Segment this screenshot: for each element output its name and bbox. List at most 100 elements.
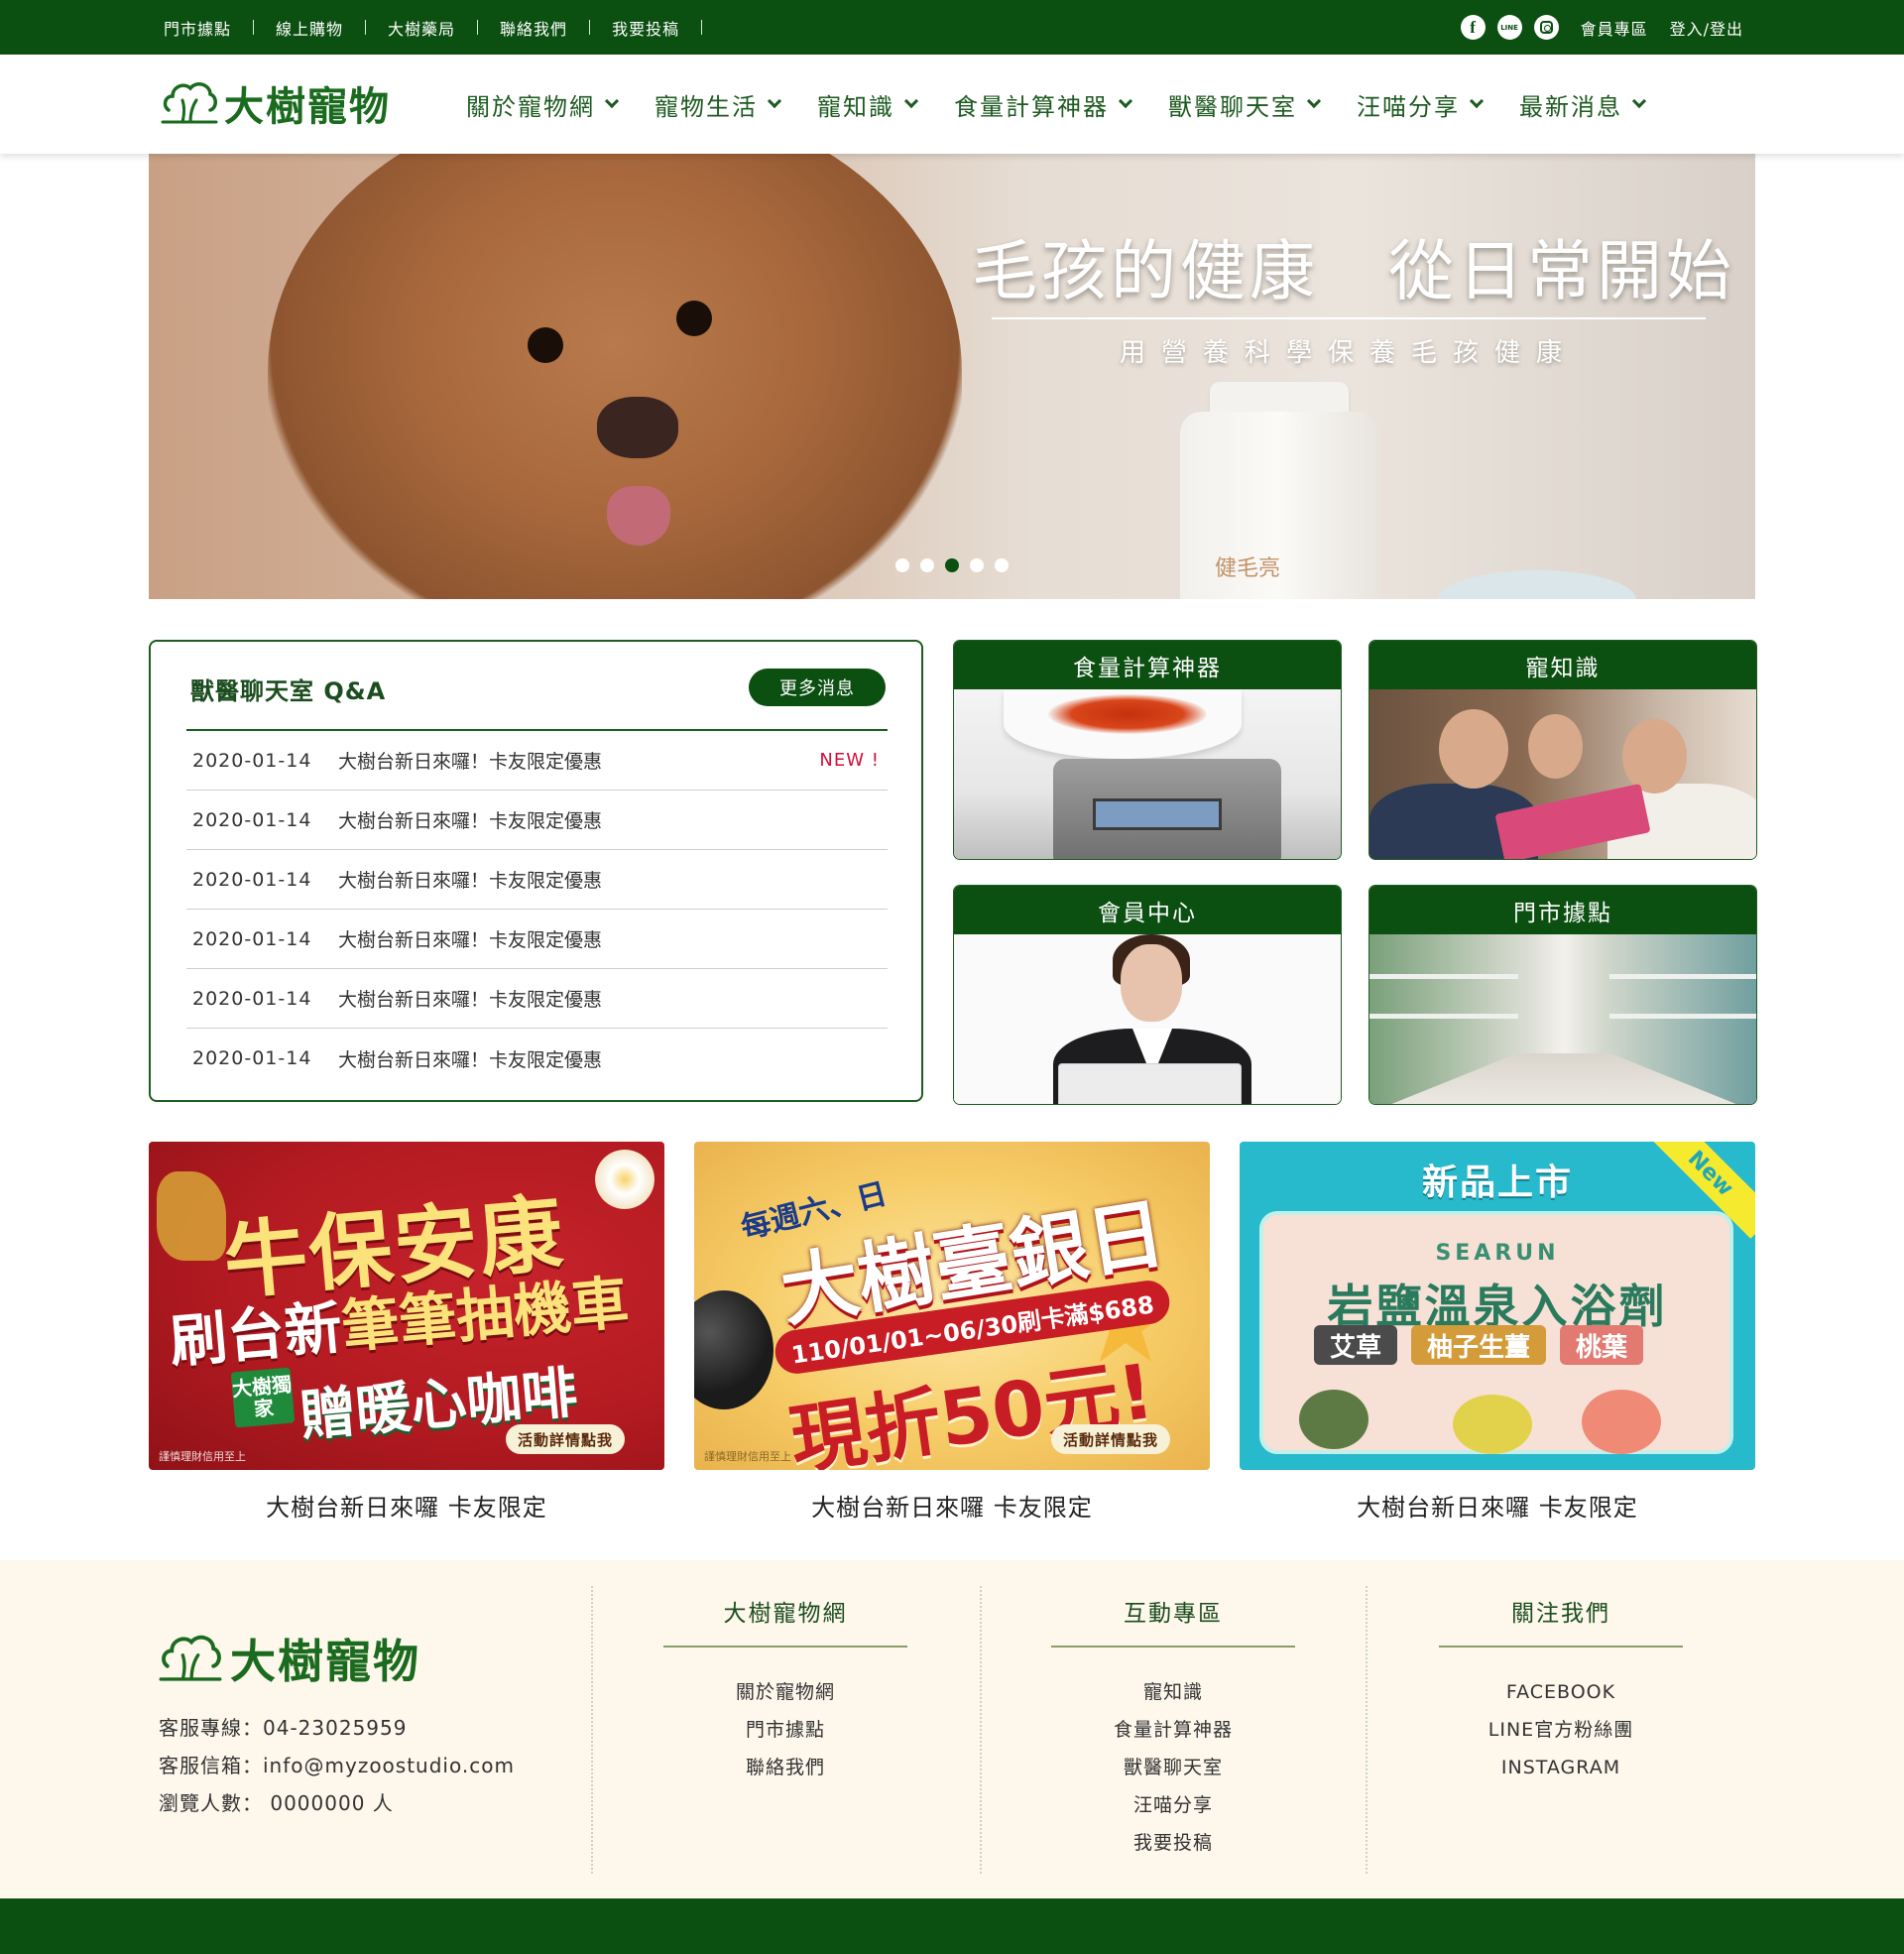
item-title[interactable]: 大樹台新日來囉！卡友限定優惠 [338,1045,888,1072]
face [1439,709,1508,789]
exclusive-tag: 大樹獨家 [230,1367,296,1428]
hero-divider [992,317,1706,319]
footer-heading: 互動專區 [1124,1601,1223,1627]
promo-caption[interactable]: 大樹台新日來囉 卡友限定 [1240,1488,1755,1523]
promo-caption[interactable]: 大樹台新日來囉 卡友限定 [149,1488,664,1523]
list-item[interactable]: 2020-01-14 大樹台新日來囉！卡友限定優惠 [186,791,888,850]
instagram-icon[interactable] [1533,15,1559,40]
footer-logo-text: 大樹寵物 [230,1635,420,1688]
list-item[interactable]: 2020-01-14 大樹台新日來囉！卡友限定優惠 [186,850,888,910]
login-logout-link[interactable]: 登入/登出 [1670,16,1743,40]
promo-banner-taishin[interactable]: 牛保安康 刷台新筆筆抽機車 大樹獨家 贈暖心咖啡 活動詳情點我 謹慎理財信用至上 [149,1142,664,1470]
footer-logo[interactable]: 大樹寵物 [159,1626,420,1691]
card-pet-knowledge[interactable]: 寵知識 [1368,640,1757,860]
footer-link[interactable]: 食量計算神器 [1049,1711,1297,1749]
slide-dot-3-active[interactable] [945,558,959,572]
nav-item-share[interactable]: 汪喵分享 [1357,87,1485,122]
slide-dot-1[interactable] [895,558,909,572]
member-area-link[interactable]: 會員專區 [1581,16,1648,40]
footer-link[interactable]: 汪喵分享 [1049,1786,1297,1824]
footer-bottom-bar [0,1898,1904,1954]
item-date: 2020-01-14 [192,927,312,950]
footer-link[interactable]: 寵知識 [1049,1673,1297,1711]
chevron-down-icon [1469,93,1485,109]
nav-item-knowledge[interactable]: 寵知識 [817,87,919,122]
item-title[interactable]: 大樹台新日來囉！卡友限定優惠 [338,925,888,952]
footer-link[interactable]: 我要投稿 [1049,1824,1297,1862]
footer-heading-rule [1051,1646,1295,1648]
site-logo[interactable]: 大樹寵物 [161,74,391,132]
nav-item-food-calculator[interactable]: 食量計算神器 [954,87,1133,122]
footer-col-interactive: 互動專區 寵知識 食量計算神器 獸醫聊天室 汪喵分享 我要投稿 [1049,1596,1297,1862]
slide-dot-2[interactable] [920,558,934,572]
separator [701,20,703,35]
footer-link[interactable]: 聯絡我們 [661,1749,909,1786]
variant-chip: 柚子生薑 [1411,1325,1547,1365]
chevron-down-icon [767,93,782,109]
item-title[interactable]: 大樹台新日來囉！卡友限定優惠 [338,866,888,893]
top-link-pharmacy[interactable]: 大樹藥局 [388,16,455,40]
shelf [1369,1014,1518,1019]
promo-caption[interactable]: 大樹台新日來囉 卡友限定 [694,1488,1210,1523]
more-news-button[interactable]: 更多消息 [749,669,886,706]
top-link-stores[interactable]: 門市據點 [164,16,231,40]
fine-print: 謹慎理財信用至上 [159,1450,246,1463]
nav-item-about[interactable]: 關於寵物網 [466,87,620,122]
promo-banner-bot[interactable]: 每週六、日 大樹臺銀日 110/01/01~06/30刷卡滿$688 現折50元… [694,1142,1210,1470]
slide-dot-5[interactable] [995,558,1009,572]
promo-banner-new-product[interactable]: New 新品上市 SEARUN 岩鹽溫泉入浴劑 艾草 柚子生薑 桃葉 [1240,1142,1755,1470]
footer-link-facebook[interactable]: FACEBOOK [1437,1673,1685,1711]
top-link-contact[interactable]: 聯絡我們 [500,16,567,40]
footer-link-instagram[interactable]: INSTAGRAM [1437,1749,1685,1786]
pomelo-illustration [1453,1395,1532,1454]
separator [477,20,479,35]
top-utility-bar: 門市據點 線上購物 大樹藥局 聯絡我們 我要投稿 f LINE 會員專區 登入/… [0,0,1904,55]
qa-title: 獸醫聊天室 Q&A [190,677,387,705]
item-date: 2020-01-14 [192,868,312,891]
chevron-down-icon [903,93,919,109]
scale-image [954,689,1341,859]
item-title[interactable]: 大樹台新日來囉！卡友限定優惠 [338,806,888,833]
nav-item-pet-life[interactable]: 寵物生活 [654,87,782,122]
list-item[interactable]: 2020-01-14 大樹台新日來囉！卡友限定優惠 [186,1029,888,1088]
service-phone: 客服專線：04-23025959 [159,1716,408,1740]
main-nav: 關於寵物網 寵物生活 寵知識 食量計算神器 獸醫聊天室 汪喵分享 最新消息 [466,55,1682,154]
hero-banner[interactable]: 健毛亮 毛孩的健康 從日常開始 用營養科學保養毛孩健康 [149,154,1755,599]
hero-subline: 用營養科學保養毛孩健康 [1119,338,1578,368]
aisle-floor [1369,1053,1756,1104]
item-date: 2020-01-14 [192,749,312,772]
card-food-calculator[interactable]: 食量計算神器 [953,640,1342,860]
nav-item-news[interactable]: 最新消息 [1519,87,1647,122]
footer-link[interactable]: 獸醫聊天室 [1049,1749,1297,1786]
line-icon[interactable]: LINE [1496,15,1522,40]
list-item[interactable]: 2020-01-14 大樹台新日來囉！卡友限定優惠 [186,969,888,1029]
dog-tongue [607,486,670,546]
card-member-center[interactable]: 會員中心 [953,885,1342,1105]
hero-headline: 毛孩的健康 從日常開始 [972,233,1735,309]
footer-link[interactable]: 門市據點 [661,1711,909,1749]
item-date: 2020-01-14 [192,808,312,831]
event-details-button[interactable]: 活動詳情點我 [1050,1424,1170,1454]
nav-label: 寵物生活 [654,92,758,121]
item-title[interactable]: 大樹台新日來囉！卡友限定優惠 [338,747,819,774]
event-details-button[interactable]: 活動詳情點我 [505,1424,625,1454]
supermarket-aisle-image [1369,934,1756,1104]
balloon-decoration [694,1290,774,1409]
chevron-down-icon [604,93,620,109]
footer-heading: 關注我們 [1511,1601,1610,1627]
separator [365,20,367,35]
facebook-icon[interactable]: f [1460,15,1486,40]
item-title[interactable]: 大樹台新日來囉！卡友限定優惠 [338,985,888,1012]
variant-chip: 艾草 [1314,1325,1398,1365]
footer-link-line[interactable]: LINE官方粉絲團 [1437,1711,1685,1749]
list-item[interactable]: 2020-01-14 大樹台新日來囉！卡友限定優惠 [186,910,888,969]
footer-divider [1366,1586,1368,1874]
footer-link[interactable]: 關於寵物網 [661,1673,909,1711]
top-link-shop[interactable]: 線上購物 [276,16,343,40]
nav-item-vet-chat[interactable]: 獸醫聊天室 [1168,87,1322,122]
list-item[interactable]: 2020-01-14 大樹台新日來囉！卡友限定優惠 NEW ! [186,731,888,791]
top-link-submit[interactable]: 我要投稿 [612,16,679,40]
slide-dot-4[interactable] [970,558,984,572]
separator [253,20,255,35]
card-store-locations[interactable]: 門市據點 [1368,885,1757,1105]
